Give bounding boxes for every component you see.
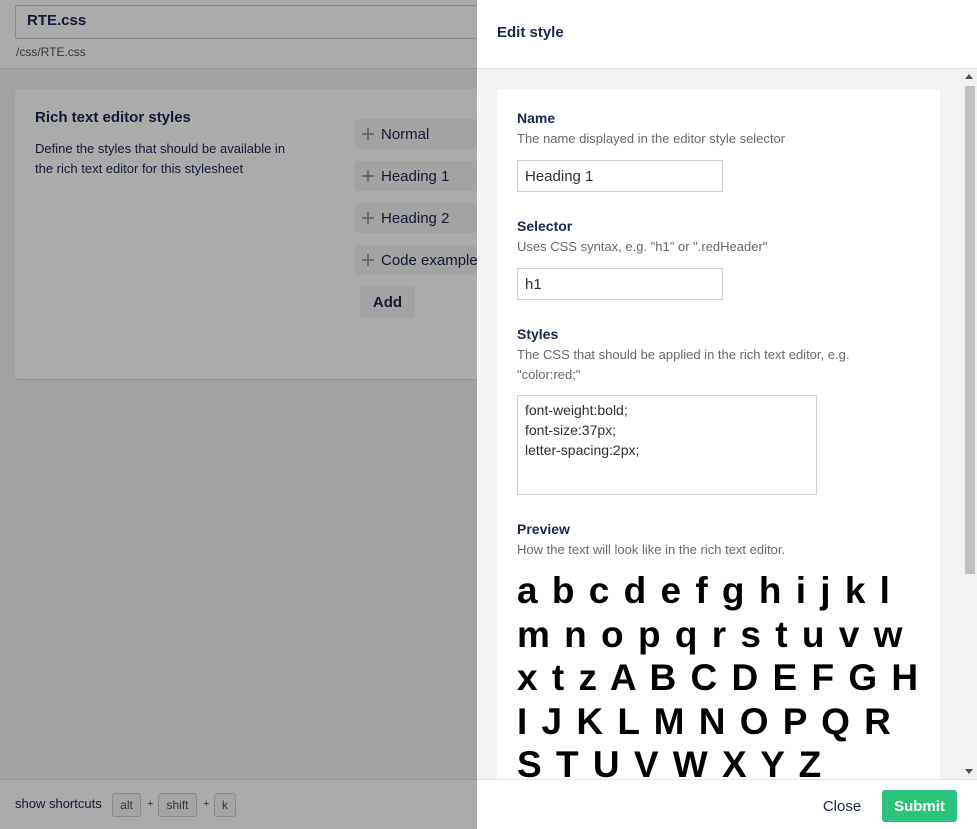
- scroll-thumb[interactable]: [965, 86, 975, 574]
- panel-scrollbar[interactable]: [962, 69, 977, 779]
- styles-label: Styles: [517, 326, 559, 342]
- panel-content: Name The name displayed in the editor st…: [477, 69, 977, 779]
- name-label: Name: [517, 110, 556, 126]
- panel-footer: Close Submit: [477, 779, 977, 829]
- name-description: The name displayed in the editor style s…: [517, 131, 786, 146]
- submit-button[interactable]: Submit: [882, 790, 957, 822]
- edit-style-form: Name The name displayed in the editor st…: [497, 89, 940, 779]
- scroll-down-icon[interactable]: [965, 769, 973, 774]
- edit-style-panel: Edit style Name The name displayed in th…: [477, 0, 977, 829]
- selector-description: Uses CSS syntax, e.g. "h1" or ".redHeade…: [517, 239, 768, 254]
- name-input[interactable]: [517, 160, 723, 192]
- selector-input[interactable]: [517, 268, 723, 300]
- preview-description: How the text will look like in the rich …: [517, 542, 786, 557]
- selector-label: Selector: [517, 218, 573, 234]
- preview-label: Preview: [517, 521, 570, 537]
- panel-header: Edit style: [477, 0, 977, 69]
- close-button[interactable]: Close: [812, 790, 872, 822]
- scroll-up-icon[interactable]: [965, 74, 973, 79]
- panel-title: Edit style: [497, 24, 564, 41]
- styles-textarea[interactable]: font-weight:bold; font-size:37px; letter…: [517, 395, 817, 495]
- preview-text: a b c d e f g h i j k l m n o p q r s t …: [517, 570, 921, 779]
- styles-description: The CSS that should be applied in the ri…: [517, 347, 850, 382]
